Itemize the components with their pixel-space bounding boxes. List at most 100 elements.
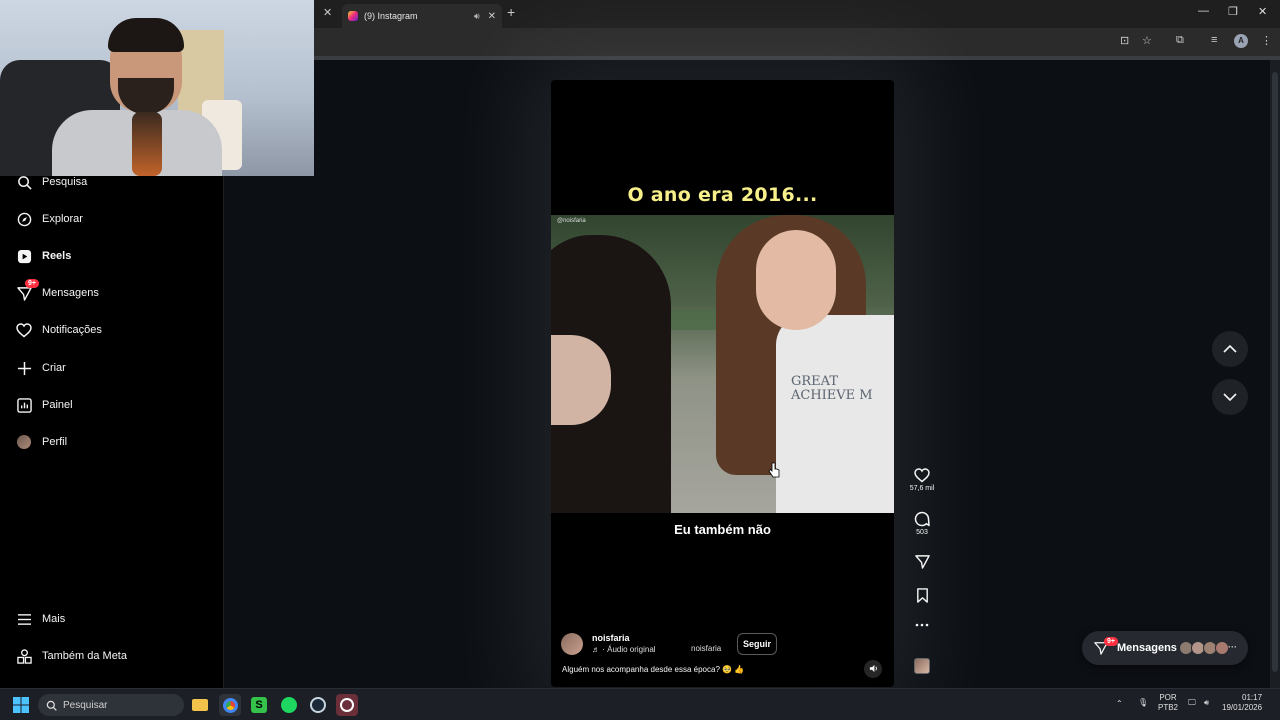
steam-icon[interactable] <box>307 694 329 716</box>
video-watermark: @noisfaria <box>557 218 586 224</box>
volume-icon[interactable]: 🔊︎ <box>1204 698 1209 708</box>
messages-pill-badge: 9+ <box>1104 637 1118 646</box>
chevron-down-icon <box>1223 393 1237 401</box>
author-username[interactable]: noisfaria <box>592 633 630 643</box>
webcam-overlay <box>0 0 314 176</box>
instagram-tab[interactable]: (9) Instagram 🔊︎ ✕ <box>342 4 502 28</box>
more-avatars: ··· <box>1228 642 1237 652</box>
search-icon <box>16 174 32 190</box>
taskbar-search[interactable]: Pesquisar <box>38 694 184 716</box>
messages-pill-label: Mensagens <box>1117 642 1177 654</box>
language-indicator[interactable]: POR PTB2 <box>1158 693 1178 713</box>
messages-badge: 9+ <box>25 279 39 288</box>
next-reel-button[interactable] <box>1212 379 1248 415</box>
overwolf-icon[interactable] <box>336 694 358 716</box>
heart-icon <box>914 468 930 483</box>
sidebar-item-dashboard[interactable]: Painel <box>16 393 73 417</box>
collaborator-username[interactable]: noisfaria <box>691 644 721 653</box>
previous-reel-button[interactable] <box>1212 331 1248 367</box>
sidebar-item-profile[interactable]: Perfil <box>16 430 67 454</box>
sidebar-item-messages[interactable]: 9+ Mensagens <box>16 279 99 305</box>
spotify-icon[interactable] <box>278 694 300 716</box>
instagram-favicon-icon <box>348 11 358 21</box>
avatar <box>1215 641 1229 655</box>
page-scrollbar[interactable] <box>1270 60 1280 688</box>
install-app-icon[interactable]: ⊡ <box>1120 34 1129 47</box>
chrome-icon[interactable] <box>219 694 241 716</box>
profile-avatar[interactable]: A <box>1234 34 1248 48</box>
send-icon <box>914 555 930 569</box>
browser-menu-icon[interactable]: ⋮ <box>1261 34 1272 47</box>
comment-count: 503 <box>916 529 928 536</box>
network-icon[interactable]: 🖵︎ <box>1188 698 1196 708</box>
clock-date: 19/01/2026 <box>1222 703 1263 712</box>
plus-icon <box>16 360 32 376</box>
sidebar-item-notifications[interactable]: Notificações <box>16 318 102 342</box>
dashboard-icon <box>16 397 32 413</box>
audio-link[interactable]: ♬ · Áudio original <box>592 645 656 654</box>
sidebar-item-also-from-meta[interactable]: Também da Meta <box>16 644 127 668</box>
speaker-icon <box>869 660 878 678</box>
previous-tab-close-button[interactable]: ✕ <box>323 6 332 19</box>
minimize-button[interactable]: — <box>1198 5 1209 17</box>
new-tab-button[interactable]: + <box>507 4 515 20</box>
language-code: POR <box>1159 693 1177 702</box>
close-window-button[interactable]: ✕ <box>1258 5 1267 18</box>
meta-apps-icon <box>16 648 32 664</box>
mute-toggle-button[interactable] <box>864 660 882 678</box>
like-count: 57,6 mil <box>909 485 935 492</box>
sidebar-item-label: Notificações <box>42 324 102 336</box>
search-icon <box>46 700 57 711</box>
windows-start-button[interactable] <box>10 694 32 716</box>
comment-button[interactable]: 503 <box>905 511 939 536</box>
reel-video[interactable]: GREAT ACHIEVE M @noisfaria <box>551 215 894 513</box>
more-options-button[interactable] <box>905 623 939 629</box>
share-button[interactable] <box>905 554 939 571</box>
bookmark-star-icon[interactable]: ☆ <box>1142 34 1152 47</box>
file-explorer-icon[interactable] <box>189 694 211 716</box>
sidebar-item-explore[interactable]: Explorar <box>16 207 83 231</box>
profile-avatar-icon <box>16 434 32 450</box>
comment-icon <box>914 511 930 527</box>
sidebar-item-label: Também da Meta <box>42 650 127 662</box>
reel-overlay-bottom-text: Eu também não <box>674 522 771 537</box>
sidebar-item-label: Painel <box>42 399 73 411</box>
ellipsis-icon <box>915 623 929 627</box>
reel-card[interactable]: O ano era 2016... GREAT ACHIEVE M @noisf… <box>551 80 894 687</box>
audio-thumbnail[interactable] <box>914 658 930 674</box>
extensions-icon[interactable]: ⧉ <box>1176 34 1184 47</box>
speaker-icon[interactable]: 🔊︎ <box>474 11 480 22</box>
hand-cursor-icon <box>768 462 780 478</box>
reel-overlay-top-text: O ano era 2016... <box>627 184 818 206</box>
like-button[interactable]: 57,6 mil <box>905 468 939 492</box>
menu-icon <box>16 611 32 627</box>
sidebar-item-label: Mensagens <box>42 287 99 299</box>
clock[interactable]: 01:17 19/01/2026 <box>1222 693 1262 713</box>
instagram-sidebar: Pesquisa Explorar Reels 9+ Mensagens Not… <box>0 174 224 688</box>
sidebar-item-create[interactable]: Criar <box>16 356 66 380</box>
reel-caption[interactable]: Alguém nos acompanha desde essa época? 🥺… <box>562 665 744 674</box>
sidebar-item-label: Pesquisa <box>42 176 88 188</box>
sidebar-item-more[interactable]: Mais <box>16 607 65 631</box>
windows-taskbar: Pesquisar S ⌃ 🎙︎ POR PTB2 🖵︎ 🔊︎ 01:17 19… <box>0 688 1280 720</box>
author-avatar[interactable] <box>561 633 583 655</box>
taskbar-search-placeholder: Pesquisar <box>63 699 108 711</box>
compass-icon <box>16 211 32 227</box>
media-control-icon[interactable]: ≡ <box>1211 34 1217 46</box>
s-app-icon[interactable]: S <box>248 694 270 716</box>
tray-chevron-up-icon[interactable]: ⌃ <box>1116 699 1123 709</box>
sidebar-item-label: Criar <box>42 362 66 374</box>
follow-button[interactable]: Seguir <box>737 633 778 655</box>
save-button[interactable] <box>905 588 939 605</box>
sidebar-item-label: Reels <box>42 250 72 262</box>
messages-pill-button[interactable]: 9+ Mensagens ··· <box>1082 631 1248 665</box>
scrollbar-thumb[interactable] <box>1272 72 1278 672</box>
heart-icon <box>16 322 32 338</box>
restore-button[interactable]: ❐ <box>1228 5 1238 18</box>
sidebar-item-label: Explorar <box>42 213 83 225</box>
microphone-icon[interactable]: 🎙︎ <box>1138 698 1148 708</box>
tab-close-button[interactable]: ✕ <box>488 11 496 22</box>
reel-author-row: noisfaria ♬ · Áudio original noisfaria S… <box>561 633 881 657</box>
sidebar-item-reels[interactable]: Reels <box>16 244 71 268</box>
messenger-icon: 9+ <box>16 279 39 301</box>
